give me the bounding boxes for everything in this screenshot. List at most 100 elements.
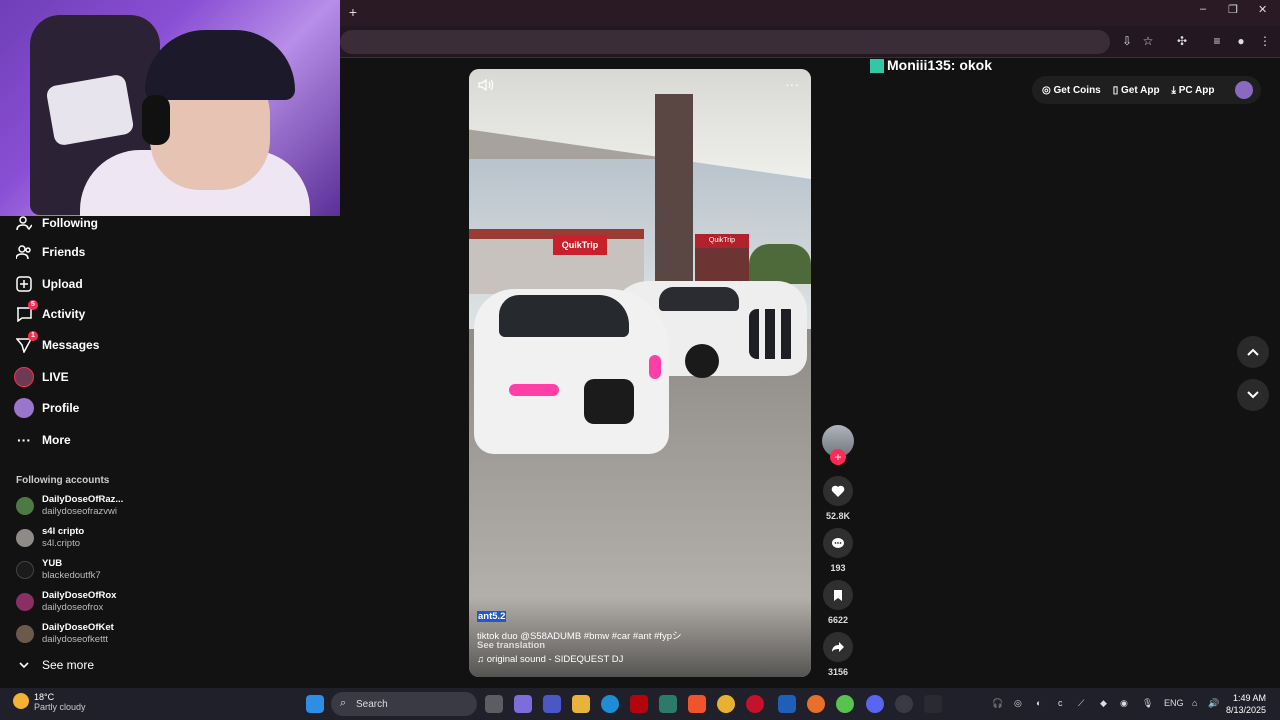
- profile-icon: [14, 398, 34, 418]
- windows-start-icon[interactable]: [306, 695, 324, 713]
- reading-list-icon[interactable]: ≡: [1210, 34, 1224, 48]
- firefox-icon[interactable]: [807, 695, 825, 713]
- headset-icon[interactable]: 🎧: [992, 698, 1003, 709]
- following-icon: [16, 215, 32, 231]
- steam-icon[interactable]: ◉: [1120, 698, 1128, 709]
- follow-button[interactable]: +: [830, 449, 846, 465]
- share-icon[interactable]: [823, 632, 853, 662]
- app-icon[interactable]: [659, 695, 677, 713]
- chevron-down-icon: [16, 657, 32, 673]
- bookmark-icon[interactable]: [823, 580, 853, 610]
- profile-avatar-icon[interactable]: ●: [1234, 34, 1248, 48]
- volume-icon[interactable]: [478, 78, 494, 95]
- clock-time: 1:49 AM: [1233, 693, 1267, 703]
- account-handle: dailydoseofrox: [42, 602, 104, 613]
- system-clock[interactable]: 1:49 AM 8/13/2025: [1226, 692, 1266, 716]
- video-more-icon[interactable]: ···: [785, 76, 799, 92]
- top-action-bar: ◎ Get Coins ▯ Get App ⤓ PC App: [1032, 76, 1261, 104]
- taskbar-search-input[interactable]: [331, 692, 477, 716]
- video-sound[interactable]: ♫ original sound - SIDEQUEST DJ: [477, 654, 623, 665]
- share-action[interactable]: 3156: [822, 632, 854, 677]
- nav-label: Messages: [42, 338, 100, 352]
- nav-upload[interactable]: Upload: [16, 273, 83, 295]
- following-account[interactable]: s4l cripto s4l.cripto: [16, 525, 84, 551]
- app-l-icon[interactable]: [778, 695, 796, 713]
- edge-icon[interactable]: [601, 695, 619, 713]
- app-icon[interactable]: [895, 695, 913, 713]
- install-icon[interactable]: ⇩: [1120, 34, 1134, 48]
- opera-icon[interactable]: [746, 695, 764, 713]
- activity-icon: 5: [16, 300, 38, 322]
- heart-icon[interactable]: [823, 476, 853, 506]
- close-window-button[interactable]: ✕: [1258, 3, 1267, 16]
- comment-icon[interactable]: [823, 528, 853, 558]
- new-tab-button[interactable]: +: [346, 5, 360, 19]
- microphone-icon[interactable]: 🎙: [1142, 698, 1153, 709]
- like-action[interactable]: 52.8K: [822, 476, 854, 521]
- extensions-icon[interactable]: ✣: [1175, 34, 1189, 48]
- teams-icon[interactable]: [543, 695, 561, 713]
- nav-more[interactable]: ··· More: [16, 429, 71, 451]
- url-field[interactable]: [340, 30, 1110, 54]
- following-account[interactable]: DailyDoseOfRox dailydoseofrox: [16, 589, 116, 615]
- stream-chat-message: Moniii135: okok: [870, 57, 992, 74]
- nav-profile[interactable]: Profile: [14, 397, 79, 419]
- tray-icon[interactable]: ◆: [1100, 698, 1107, 709]
- video-trees: [749, 244, 811, 284]
- avatar: [16, 593, 34, 611]
- comment-action[interactable]: 193: [822, 528, 854, 573]
- nav-label: Following: [42, 216, 98, 230]
- task-view-icon[interactable]: [485, 695, 503, 713]
- bookmark-star-icon[interactable]: ☆: [1141, 34, 1155, 48]
- discord-icon[interactable]: [866, 695, 884, 713]
- maximize-button[interactable]: ❐: [1228, 3, 1238, 16]
- pc-app-button[interactable]: ⤓ PC App: [1172, 85, 1215, 96]
- chrome-icon[interactable]: [717, 695, 735, 713]
- search-placeholder: Search: [356, 699, 388, 710]
- account-handle: dailydoseofkettt: [42, 634, 109, 645]
- video-author[interactable]: ant5.2: [477, 611, 507, 622]
- nav-live[interactable]: LIVE: [14, 366, 69, 388]
- nav-friends[interactable]: Friends: [16, 241, 85, 263]
- chrome-active-icon[interactable]: [836, 695, 854, 713]
- see-translation-link[interactable]: See translation: [477, 640, 545, 651]
- save-action[interactable]: 6622: [822, 580, 854, 625]
- tray-icon[interactable]: ◎: [1014, 698, 1022, 709]
- nav-label: More: [42, 433, 71, 447]
- netflix-icon[interactable]: [630, 695, 648, 713]
- brave-icon[interactable]: [688, 695, 706, 713]
- video-player[interactable]: QuikTrip QuikTrip ··· ant5.2 tiktok duo …: [469, 69, 811, 677]
- get-coins-label: Get Coins: [1053, 84, 1101, 96]
- minimize-button[interactable]: –: [1200, 3, 1206, 15]
- get-app-button[interactable]: ▯ Get App: [1113, 85, 1160, 96]
- fuel-pump-sign: QuikTrip: [695, 234, 749, 248]
- tray-icon[interactable]: ◐: [1036, 698, 1041, 708]
- see-more-button[interactable]: See more: [16, 654, 94, 676]
- language-indicator[interactable]: ENG: [1164, 698, 1184, 708]
- following-account[interactable]: DailyDoseOfRaz... dailydoseofrazvwi: [16, 493, 123, 519]
- volume-tray-icon[interactable]: 🔊: [1208, 698, 1219, 709]
- tray-icon[interactable]: ᴄ: [1058, 698, 1063, 708]
- tiktok-icon[interactable]: [924, 695, 942, 713]
- nav-activity[interactable]: 5 Activity: [16, 300, 85, 325]
- account-name: YUB: [42, 558, 63, 569]
- following-account[interactable]: YUB blackedoutfk7: [16, 557, 101, 583]
- next-video-button[interactable]: [1237, 379, 1269, 411]
- nav-messages[interactable]: 1 Messages: [16, 331, 100, 356]
- file-explorer-icon[interactable]: [572, 695, 590, 713]
- activity-badge: 5: [28, 300, 38, 310]
- car-bmw-headlight: [649, 355, 661, 379]
- previous-video-button[interactable]: [1237, 336, 1269, 368]
- network-icon[interactable]: ⌂: [1192, 698, 1197, 708]
- following-accounts-title: Following accounts: [16, 475, 110, 486]
- copilot-icon[interactable]: [514, 695, 532, 713]
- get-coins-button[interactable]: ◎ Get Coins: [1042, 85, 1101, 96]
- car-bmw-headlight: [509, 384, 559, 396]
- nav-label: Friends: [42, 245, 86, 259]
- get-app-label: Get App: [1121, 84, 1160, 96]
- following-account[interactable]: DailyDoseOfKet dailydoseofkettt: [16, 621, 114, 647]
- browser-menu-icon[interactable]: ⋮: [1258, 34, 1272, 48]
- live-icon: [14, 367, 34, 387]
- tray-icon[interactable]: ⟋: [1078, 698, 1084, 709]
- user-avatar[interactable]: [1235, 81, 1253, 99]
